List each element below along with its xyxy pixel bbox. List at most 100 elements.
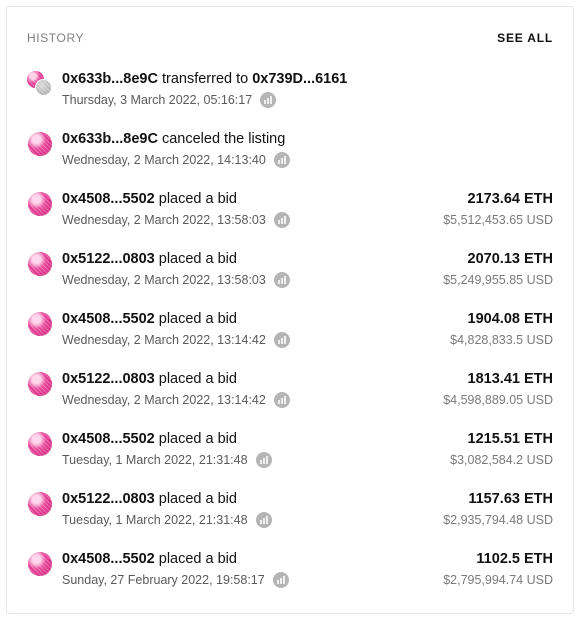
bid-amount: 1215.51 ETH $3,082,584.2 USD: [450, 429, 553, 469]
usd-amount: $4,828,833.5 USD: [450, 333, 553, 347]
event-title: 0x4508...5502 placed a bid: [62, 189, 290, 209]
avatar[interactable]: [27, 251, 55, 279]
eth-amount: 1904.08 ETH: [467, 311, 553, 327]
from-address-link[interactable]: 0x4508...5502: [62, 431, 155, 447]
event-date-line: Wednesday, 2 March 2022, 13:14:42: [62, 331, 290, 349]
etherscan-link-icon[interactable]: [260, 92, 277, 108]
history-panel: HISTORY SEE ALL 0x633b...8e9C transferre…: [6, 6, 574, 614]
event-text: 0x4508...5502 placed a bid Wednesday, 2 …: [62, 309, 290, 349]
from-address-link[interactable]: 0x633b...8e9C: [62, 131, 158, 147]
etherscan-link-icon[interactable]: [273, 332, 290, 348]
event-text: 0x633b...8e9C canceled the listing Wedne…: [62, 129, 290, 169]
avatar-image: [28, 252, 52, 276]
from-address-link[interactable]: 0x5122...0803: [62, 491, 155, 507]
event-text: 0x4508...5502 placed a bid Sunday, 27 Fe…: [62, 549, 289, 589]
avatar-image: [28, 312, 52, 336]
bid-amount: 2070.13 ETH $5,249,955.85 USD: [443, 249, 553, 289]
event-title: 0x633b...8e9C transferred to 0x739D...61…: [62, 69, 347, 89]
avatar-image: [28, 192, 52, 216]
avatar[interactable]: [27, 431, 55, 459]
eth-amount: 2070.13 ETH: [467, 251, 553, 267]
history-row: 0x633b...8e9C transferred to 0x739D...61…: [27, 69, 553, 129]
avatar[interactable]: [27, 311, 55, 339]
event-timestamp: Wednesday, 2 March 2022, 13:14:42: [62, 333, 266, 347]
history-row: 0x5122...0803 placed a bid Wednesday, 2 …: [27, 249, 553, 309]
etherscan-link-icon[interactable]: [255, 452, 272, 468]
etherscan-link-icon[interactable]: [273, 212, 290, 228]
from-address-link[interactable]: 0x633b...8e9C: [62, 71, 158, 87]
etherscan-link-icon[interactable]: [272, 572, 289, 588]
eth-amount: 1813.41 ETH: [467, 371, 553, 387]
event-title: 0x5122...0803 placed a bid: [62, 369, 290, 389]
history-row: 0x4508...5502 placed a bid Sunday, 27 Fe…: [27, 549, 553, 609]
event-date-line: Wednesday, 2 March 2022, 13:58:03: [62, 211, 290, 229]
event-title: 0x4508...5502 placed a bid: [62, 549, 289, 569]
event-action: placed a bid: [154, 191, 237, 207]
avatar-image: [28, 552, 52, 576]
from-address-link[interactable]: 0x5122...0803: [62, 251, 155, 267]
event-timestamp: Tuesday, 1 March 2022, 21:31:48: [62, 513, 248, 527]
avatar-image: [28, 132, 52, 156]
avatar[interactable]: [27, 551, 55, 579]
to-address-link[interactable]: 0x739D...6161: [252, 71, 347, 87]
event-action: placed a bid: [154, 311, 237, 327]
eth-amount: 2173.64 ETH: [467, 191, 553, 207]
event-action: placed a bid: [154, 371, 237, 387]
history-row: 0x633b...8e9C canceled the listing Wedne…: [27, 129, 553, 189]
event-action: placed a bid: [154, 251, 237, 267]
event-date-line: Tuesday, 1 March 2022, 21:31:48: [62, 511, 272, 529]
event-title: 0x5122...0803 placed a bid: [62, 249, 290, 269]
eth-amount: 1215.51 ETH: [467, 431, 553, 447]
etherscan-link-icon[interactable]: [273, 392, 290, 408]
event-date-line: Wednesday, 2 March 2022, 13:14:42: [62, 391, 290, 409]
bid-amount: 2173.64 ETH $5,512,453.65 USD: [443, 189, 553, 229]
event-date-line: Sunday, 27 February 2022, 19:58:17: [62, 571, 289, 589]
bid-amount: 1157.63 ETH $2,935,794.48 USD: [443, 489, 553, 529]
usd-amount: $5,249,955.85 USD: [443, 273, 553, 287]
history-list: 0x633b...8e9C transferred to 0x739D...61…: [27, 69, 553, 609]
event-title: 0x4508...5502 placed a bid: [62, 429, 272, 449]
usd-amount: $2,935,794.48 USD: [443, 513, 553, 527]
event-action: transferred to: [157, 71, 253, 87]
etherscan-link-icon[interactable]: [273, 272, 290, 288]
avatar-secondary: [35, 79, 52, 96]
event-action: canceled the listing: [157, 131, 286, 147]
avatar[interactable]: [27, 131, 55, 159]
event-timestamp: Thursday, 3 March 2022, 05:16:17: [62, 93, 253, 107]
event-action: placed a bid: [154, 491, 237, 507]
from-address-link[interactable]: 0x4508...5502: [62, 191, 155, 207]
history-header: HISTORY SEE ALL: [27, 31, 553, 45]
bid-amount: 1904.08 ETH $4,828,833.5 USD: [450, 309, 553, 349]
event-title: 0x633b...8e9C canceled the listing: [62, 129, 290, 149]
event-text: 0x4508...5502 placed a bid Tuesday, 1 Ma…: [62, 429, 272, 469]
event-date-line: Thursday, 3 March 2022, 05:16:17: [62, 91, 347, 109]
avatar[interactable]: [27, 491, 55, 519]
avatar-image: [28, 432, 52, 456]
event-date-line: Wednesday, 2 March 2022, 13:58:03: [62, 271, 290, 289]
history-row: 0x5122...0803 placed a bid Tuesday, 1 Ma…: [27, 489, 553, 549]
from-address-link[interactable]: 0x4508...5502: [62, 311, 155, 327]
history-title: HISTORY: [27, 31, 85, 45]
event-timestamp: Wednesday, 2 March 2022, 13:58:03: [62, 213, 266, 227]
avatar[interactable]: [27, 371, 55, 399]
history-row: 0x4508...5502 placed a bid Tuesday, 1 Ma…: [27, 429, 553, 489]
event-timestamp: Tuesday, 1 March 2022, 21:31:48: [62, 453, 248, 467]
from-address-link[interactable]: 0x5122...0803: [62, 371, 155, 387]
bid-amount: 1813.41 ETH $4,598,889.05 USD: [443, 369, 553, 409]
from-address-link[interactable]: 0x4508...5502: [62, 551, 155, 567]
event-action: placed a bid: [154, 551, 237, 567]
etherscan-link-icon[interactable]: [273, 152, 290, 168]
usd-amount: $3,082,584.2 USD: [450, 453, 553, 467]
avatar-image: [28, 372, 52, 396]
see-all-button[interactable]: SEE ALL: [497, 31, 553, 45]
event-timestamp: Sunday, 27 February 2022, 19:58:17: [62, 573, 265, 587]
etherscan-link-icon[interactable]: [255, 512, 272, 528]
avatar-image: [28, 492, 52, 516]
event-date-line: Wednesday, 2 March 2022, 14:13:40: [62, 151, 290, 169]
event-text: 0x5122...0803 placed a bid Wednesday, 2 …: [62, 249, 290, 289]
event-text: 0x4508...5502 placed a bid Wednesday, 2 …: [62, 189, 290, 229]
eth-amount: 1157.63 ETH: [468, 491, 553, 507]
avatar[interactable]: [27, 71, 55, 99]
avatar[interactable]: [27, 191, 55, 219]
event-timestamp: Wednesday, 2 March 2022, 14:13:40: [62, 153, 266, 167]
